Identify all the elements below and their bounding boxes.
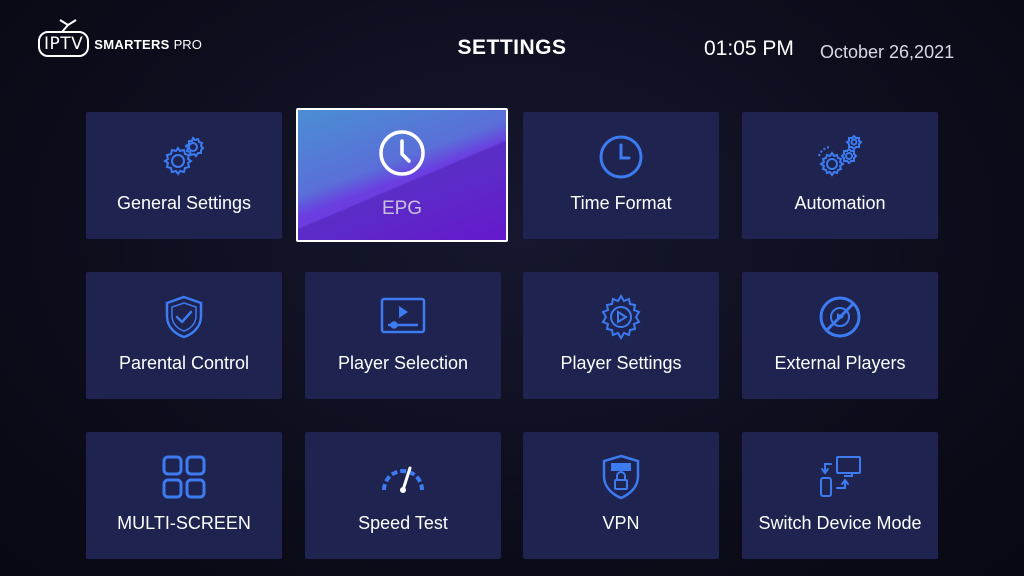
- gear-play-icon: [523, 294, 719, 340]
- tile-label: Automation: [794, 193, 886, 213]
- tile-speed-test[interactable]: Speed Test: [305, 432, 501, 559]
- tile-label: EPG: [381, 198, 423, 219]
- header: IPTV SMARTERS PRO SETTINGS 01:05 PM Octo…: [0, 0, 1024, 100]
- tile-label: Switch Device Mode: [758, 513, 922, 533]
- tile-general-settings[interactable]: General Settings: [86, 112, 282, 239]
- tile-label: Speed Test: [358, 513, 448, 533]
- tile-player-selection[interactable]: Player Selection: [305, 272, 501, 399]
- tile-label: General Settings: [116, 193, 252, 213]
- automation-gears-icon: [742, 134, 938, 180]
- tile-time-format[interactable]: Time Format: [523, 112, 719, 239]
- tile-player-settings[interactable]: Player Settings: [523, 272, 719, 399]
- grid-icon: [86, 454, 282, 500]
- shield-check-icon: [86, 294, 282, 340]
- tile-label: Player Settings: [560, 353, 682, 373]
- tile-parental-control[interactable]: Parental Control: [86, 272, 282, 399]
- tile-vpn[interactable]: VPN: [523, 432, 719, 559]
- tile-external-players[interactable]: External Players: [742, 272, 938, 399]
- tile-label: Time Format: [570, 193, 672, 213]
- speedometer-icon: [305, 454, 501, 500]
- tile-label: External Players: [774, 353, 906, 373]
- gears-icon: [86, 134, 282, 180]
- tile-label: MULTI-SCREEN: [117, 513, 251, 533]
- switch-device-icon: [742, 454, 938, 500]
- tile-label: Player Selection: [337, 353, 469, 373]
- tile-multi-screen[interactable]: MULTI-SCREEN: [86, 432, 282, 559]
- tv-antenna-icon: [59, 19, 77, 33]
- clock-icon: [523, 134, 719, 180]
- settings-grid: General Settings EPG Time Format Automat…: [86, 108, 938, 560]
- tile-automation[interactable]: Automation: [742, 112, 938, 239]
- no-external-player-icon: [742, 294, 938, 340]
- clock-icon: [298, 128, 506, 178]
- tile-epg[interactable]: EPG: [296, 108, 508, 242]
- clock-time: 01:05 PM: [704, 37, 794, 60]
- tile-label: Parental Control: [118, 353, 250, 373]
- vpn-shield-icon: [523, 454, 719, 500]
- tile-switch-device-mode[interactable]: Switch Device Mode: [742, 432, 938, 559]
- player-screen-icon: [305, 294, 501, 340]
- clock-date: October 26,2021: [820, 42, 955, 62]
- tile-label: VPN: [602, 513, 640, 533]
